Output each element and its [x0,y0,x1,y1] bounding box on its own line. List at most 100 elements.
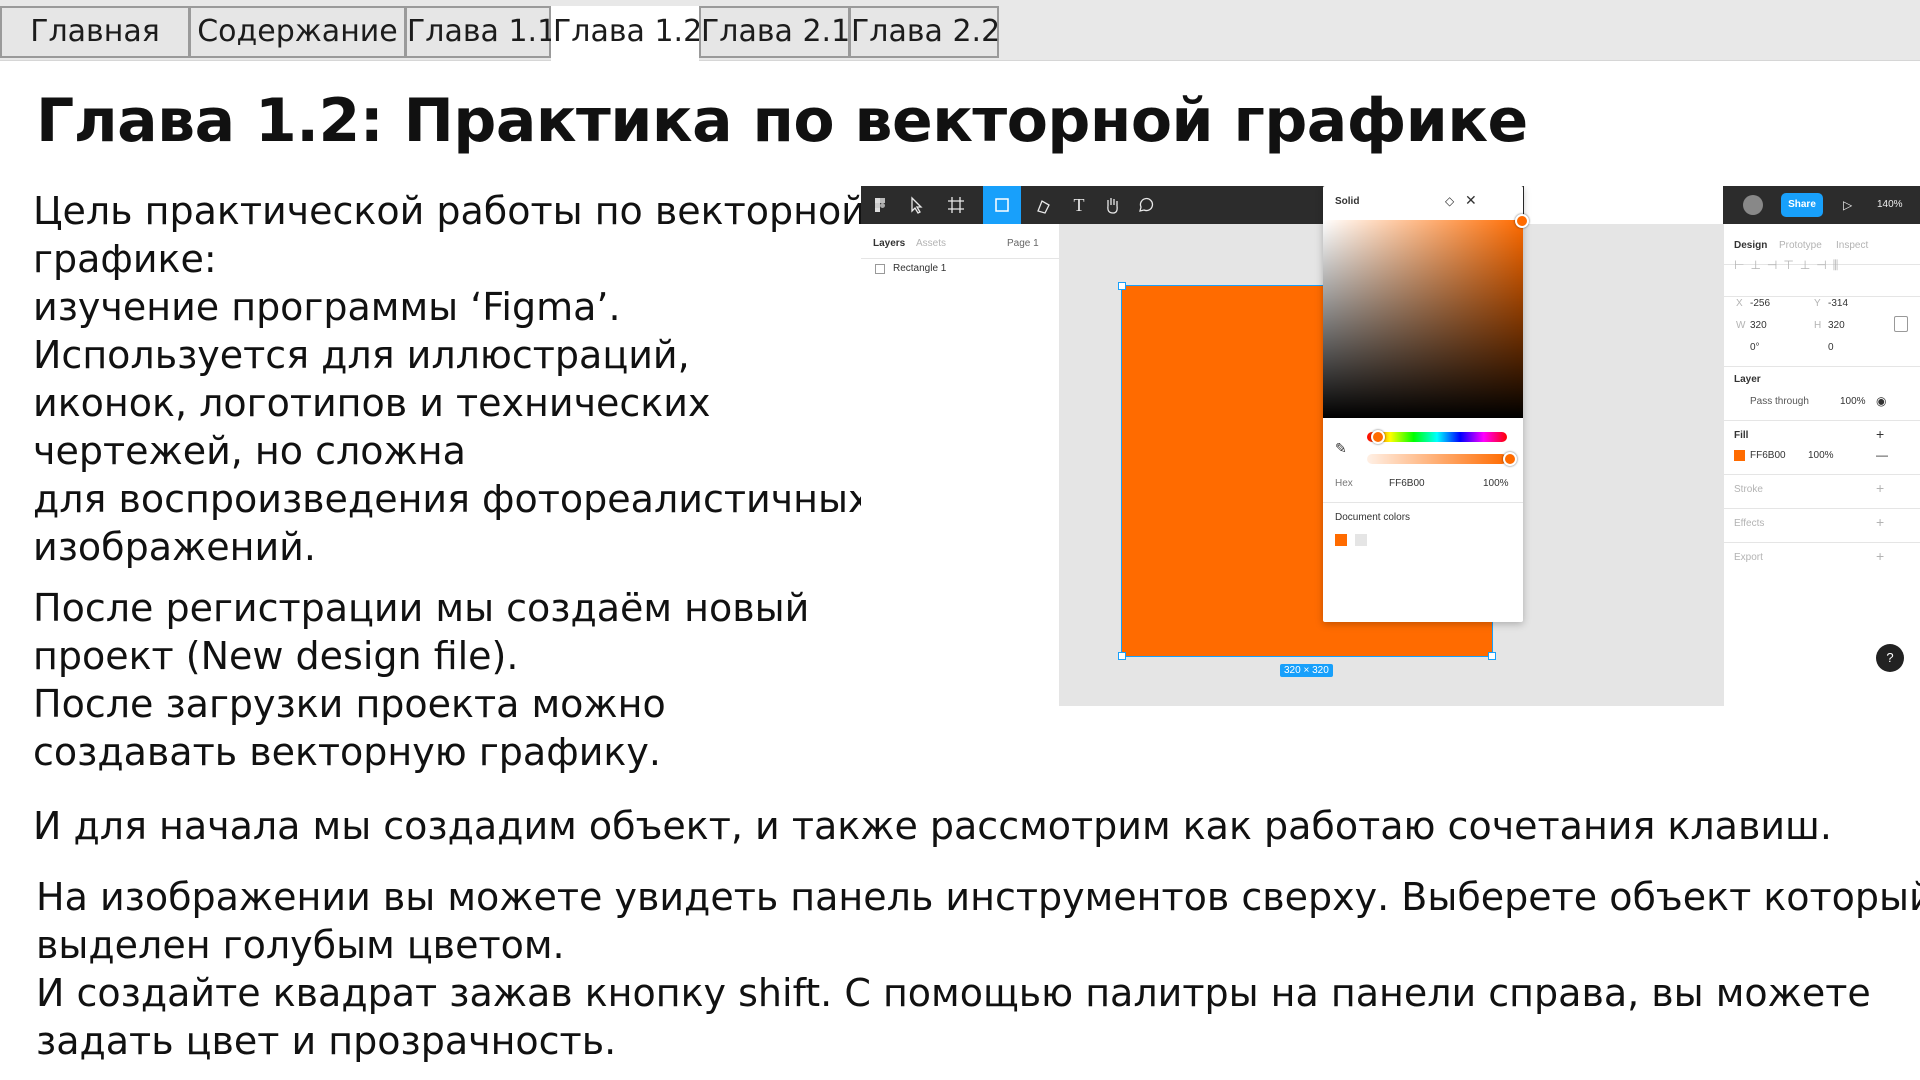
add-export-icon[interactable]: + [1876,548,1884,564]
layers-tab[interactable]: Layers [873,238,905,249]
tab-chapter-1-2[interactable]: Глава 1.2 [551,6,702,62]
y-label: Y [1814,298,1821,309]
register-line: После регистрации мы создаём новый [33,586,810,630]
intro-line: иконок, логотипов и технических [33,381,711,425]
swatch-gray[interactable] [1355,534,1367,546]
help-button[interactable]: ? [1876,644,1904,672]
eyedropper-icon[interactable]: ✎ [1335,440,1347,457]
divider [1724,420,1920,421]
hex-input[interactable]: FF6B00 [1389,478,1425,489]
swatch-orange[interactable] [1335,534,1347,546]
design-tab[interactable]: Design [1734,240,1767,251]
design-panel: Design Prototype Inspect ⊢⊥⊣⊤⊥⊣⫼ X -256 … [1723,224,1920,706]
hand-tool-icon[interactable] [1101,194,1123,216]
tab-home[interactable]: Главная [0,6,190,58]
radius-input[interactable]: 0 [1828,342,1834,353]
move-tool-icon[interactable] [905,194,927,216]
fill-section-title: Fill [1734,430,1749,441]
dimension-label: 320 × 320 [1280,664,1333,677]
y-input[interactable]: -314 [1828,298,1848,309]
close-icon[interactable]: ✕ [1465,192,1477,209]
style-icon[interactable]: ◇ [1445,194,1454,208]
avatar[interactable] [1743,195,1763,215]
fill-swatch[interactable] [1734,450,1745,461]
rectangle-tool-selected[interactable] [983,186,1021,224]
layer-opacity-input[interactable]: 100% [1840,396,1866,407]
toolbar-line: выделен голубым цветом. [36,923,565,967]
present-icon[interactable]: ▷ [1843,198,1852,212]
register-line: После загрузки проекта можно [33,682,666,726]
h-label: H [1814,320,1822,331]
toolbar-line: задать цвет и прозрачность. [36,1019,617,1063]
divider [1724,508,1920,509]
page-title: Глава 1.2: Практика по векторной графике [36,86,1528,156]
hue-knob[interactable] [1371,430,1385,444]
add-fill-icon[interactable]: + [1876,426,1884,442]
x-label: X [1736,298,1743,309]
align-icons[interactable]: ⊢⊥⊣⊤⊥⊣⫼ [1734,258,1844,273]
h-input[interactable]: 320 [1828,320,1845,331]
fill-mode-select[interactable]: Solid [1335,196,1359,207]
add-stroke-icon[interactable]: + [1876,480,1884,496]
register-line: создавать векторную графику. [33,730,661,774]
divider [1724,474,1920,475]
effects-section-title[interactable]: Effects [1734,518,1764,529]
fill-opacity-input[interactable]: 100% [1808,450,1834,461]
eye-icon[interactable]: ◉ [1876,394,1886,408]
export-section-title[interactable]: Export [1734,552,1763,563]
toolbar-paragraph: На изображении вы можете увидеть панель … [36,873,1920,1065]
rectangle-layer-icon [875,264,885,274]
stroke-section-title[interactable]: Stroke [1734,484,1763,495]
blend-mode-select[interactable]: Pass through [1750,396,1809,407]
add-effect-icon[interactable]: + [1876,514,1884,530]
constrain-proportions-icon[interactable] [1894,316,1908,332]
intro-line: изображений. [33,525,316,569]
intro-line: для воспроизведения фотореалистичных [33,477,871,521]
opacity-knob[interactable] [1503,452,1517,466]
share-button[interactable]: Share [1781,193,1823,217]
tab-chapter-2-2[interactable]: Глава 2.2 [849,6,1000,58]
document-colors-label[interactable]: Document colors [1335,512,1410,523]
resize-handle[interactable] [1488,652,1496,660]
zoom-level[interactable]: 140% [1877,199,1903,210]
text-tool-icon[interactable]: T [1068,194,1090,216]
toolbar-line: И создайте квадрат зажав кнопку shift. С… [36,971,1871,1015]
opacity-slider[interactable] [1367,454,1507,464]
prototype-tab[interactable]: Prototype [1779,240,1822,251]
figma-screenshot: T Layers Assets Page 1 Rectangle 1 320 ×… [861,186,1920,706]
inspect-tab[interactable]: Inspect [1836,240,1868,251]
register-paragraph: После регистрации мы создаём новый проек… [33,584,809,776]
x-input[interactable]: -256 [1750,298,1770,309]
layer-section-title: Layer [1734,374,1761,385]
tab-contents[interactable]: Содержание [189,6,406,58]
fill-hex-input[interactable]: FF6B00 [1750,450,1786,461]
layer-item-rectangle[interactable]: Rectangle 1 [893,263,946,274]
hue-slider[interactable] [1367,432,1507,442]
resize-handle[interactable] [1118,652,1126,660]
w-label: W [1736,320,1746,331]
assets-tab[interactable]: Assets [916,238,946,249]
saturation-knob[interactable] [1515,214,1529,228]
register-line: проект (New design file). [33,634,519,678]
layers-panel: Layers Assets Page 1 Rectangle 1 [861,224,1060,706]
hex-label: Hex [1335,478,1353,489]
opacity-input[interactable]: 100% [1483,478,1509,489]
saturation-field[interactable] [1323,220,1523,418]
toolbar-line: На изображении вы можете увидеть панель … [36,875,1920,919]
page-selector[interactable]: Page 1 [1007,238,1039,249]
intro-line: чертежей, но сложна [33,429,466,473]
divider [1724,542,1920,543]
w-input[interactable]: 320 [1750,320,1767,331]
divider [1323,502,1523,503]
divider [1724,296,1920,297]
remove-fill-icon[interactable]: — [1876,448,1888,462]
comment-tool-icon[interactable] [1135,194,1157,216]
pen-tool-icon[interactable] [1033,194,1055,216]
resize-handle[interactable] [1118,282,1126,290]
frame-tool-icon[interactable] [945,194,967,216]
color-picker: Solid ◇ ✕ ✎ Hex FF6B00 100% Document col… [1323,186,1529,622]
tab-chapter-1-1[interactable]: Глава 1.1 [405,6,556,58]
rotation-input[interactable]: 0° [1750,342,1760,353]
tab-chapter-2-1[interactable]: Глава 2.1 [699,6,850,58]
figma-menu-icon[interactable] [869,194,891,216]
